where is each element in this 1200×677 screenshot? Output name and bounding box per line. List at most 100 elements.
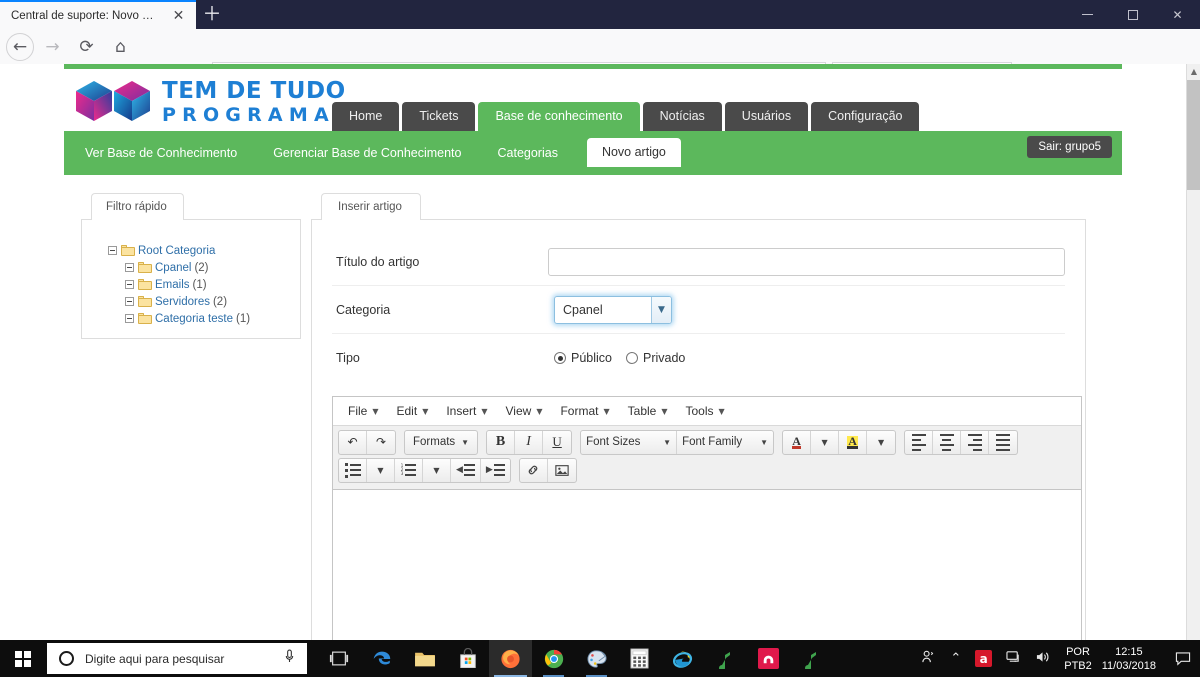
clock[interactable]: 12:15 11/03/2018 [1098, 645, 1166, 673]
tree-item-emails[interactable]: Emails (1) [108, 276, 300, 293]
page-scrollbar[interactable]: ▲ [1186, 64, 1200, 640]
scrollbar-thumb[interactable] [1187, 80, 1200, 190]
nav-tab-home[interactable]: Home [332, 102, 400, 131]
italic-button[interactable]: I [515, 430, 544, 454]
google-chrome-icon[interactable] [532, 640, 575, 677]
bullet-list-chevron-down-icon[interactable]: ▼ [367, 458, 395, 482]
volume-icon[interactable] [1028, 650, 1058, 668]
scroll-up-chevron-up-icon[interactable]: ▲ [1187, 64, 1200, 80]
category-select-wrapper[interactable]: Cpanel ▼ [554, 295, 672, 324]
background-color-button[interactable]: A [839, 430, 868, 454]
menu-format[interactable]: Format ▼ [551, 400, 618, 423]
radio-icon-selected[interactable] [554, 352, 566, 364]
tree-item-cpanel[interactable]: Cpanel (2) [108, 259, 300, 276]
back-arrow-icon[interactable]: ← [6, 32, 34, 61]
image-icon[interactable] [548, 459, 576, 482]
menu-insert[interactable]: Insert ▼ [437, 400, 496, 423]
calculator-icon[interactable] [618, 640, 661, 677]
tab-close-icon[interactable]: ✕ [171, 9, 186, 24]
internet-explorer-icon[interactable] [661, 640, 704, 677]
show-hidden-chevron-up-icon[interactable]: ⌃ [943, 651, 968, 666]
firefox-icon[interactable] [489, 640, 532, 677]
microsoft-store-icon[interactable] [446, 640, 489, 677]
align-left-icon[interactable] [905, 430, 934, 454]
article-title-input[interactable] [548, 247, 1065, 276]
nav-tab-configuracao[interactable]: Configuração [811, 102, 920, 131]
radio-publico[interactable]: Público [554, 351, 612, 365]
category-select[interactable]: Cpanel [554, 295, 672, 324]
task-view-icon[interactable] [317, 640, 360, 677]
menu-tools[interactable]: Tools ▼ [676, 400, 733, 423]
minimize-button[interactable] [1065, 0, 1110, 29]
text-color-button[interactable]: A [783, 430, 812, 454]
reload-icon[interactable]: ⟳ [71, 32, 102, 62]
tree-item-servidores[interactable]: Servidores (2) [108, 293, 300, 310]
taskbar-search-box[interactable]: Digite aqui para pesquisar [47, 643, 307, 674]
menu-file[interactable]: File ▼ [339, 400, 388, 423]
site-logo[interactable]: TEM DE TUDO PROGRAMAS [74, 79, 355, 125]
tree-label[interactable]: Categoria teste [155, 313, 233, 325]
font-sizes-dropdown[interactable]: Font Sizes ▼ [581, 430, 678, 454]
tree-item-root[interactable]: Root Categoria [108, 242, 300, 259]
expander-icon[interactable] [125, 263, 134, 272]
background-color-chevron-down-icon[interactable]: ▼ [867, 431, 895, 454]
nav-tab-noticias[interactable]: Notícias [642, 102, 722, 131]
expander-icon[interactable] [125, 314, 134, 323]
formats-dropdown[interactable]: Formats ▼ [405, 431, 477, 454]
file-explorer-icon[interactable] [403, 640, 446, 677]
expander-icon[interactable] [125, 280, 134, 289]
underline-button[interactable]: U [543, 431, 571, 454]
subnav-ver-base[interactable]: Ver Base de Conhecimento [70, 139, 252, 167]
close-window-button[interactable]: ✕ [1155, 0, 1200, 29]
numbered-list-chevron-down-icon[interactable]: ▼ [423, 458, 451, 482]
antivirus-icon[interactable]: a [968, 650, 999, 667]
nav-tab-tickets[interactable]: Tickets [402, 102, 476, 131]
indent-icon[interactable]: ▶ [481, 459, 510, 482]
radio-icon[interactable] [626, 352, 638, 364]
menu-edit[interactable]: Edit ▼ [388, 400, 438, 423]
subnav-novo-artigo[interactable]: Novo artigo [586, 138, 681, 167]
tree-label[interactable]: Emails [155, 279, 190, 291]
expander-icon[interactable] [125, 297, 134, 306]
microsoft-edge-icon[interactable] [360, 640, 403, 677]
tree-label[interactable]: Cpanel [155, 262, 191, 274]
subnav-gerenciar-base[interactable]: Gerenciar Base de Conhecimento [258, 139, 476, 167]
tree-label[interactable]: Root Categoria [138, 245, 215, 257]
restore-button[interactable] [1110, 0, 1155, 29]
menu-view[interactable]: View ▼ [497, 400, 552, 423]
outdent-icon[interactable]: ◀ [451, 458, 481, 482]
network-icon[interactable] [999, 650, 1028, 668]
utorrent-2-icon[interactable] [790, 640, 833, 677]
bullet-list-icon[interactable] [339, 458, 367, 482]
subnav-categorias[interactable]: Categorias [483, 139, 573, 167]
people-icon[interactable] [914, 649, 943, 668]
media-app-icon[interactable] [747, 640, 790, 677]
redo-icon[interactable]: ↷ [367, 431, 395, 454]
menu-table[interactable]: Table ▼ [619, 400, 677, 423]
radio-privado[interactable]: Privado [626, 351, 685, 365]
align-center-icon[interactable] [933, 430, 962, 454]
editor-content-area[interactable] [333, 490, 1081, 640]
align-right-icon[interactable] [961, 430, 990, 454]
bold-button[interactable]: B [487, 430, 516, 454]
forward-arrow-icon[interactable]: → [37, 32, 68, 62]
microphone-icon[interactable] [284, 649, 295, 668]
logout-button[interactable]: Sair: grupo5 [1027, 136, 1112, 158]
numbered-list-icon[interactable]: 123 [395, 458, 423, 482]
tab-filtro-rapido[interactable]: Filtro rápido [91, 193, 184, 220]
taskbar-search-input[interactable]: Digite aqui para pesquisar [85, 652, 284, 666]
tree-label[interactable]: Servidores [155, 296, 210, 308]
undo-icon[interactable]: ↶ [339, 430, 367, 454]
browser-tab[interactable]: Central de suporte: Novo artigo ✕ [0, 0, 196, 29]
align-justify-icon[interactable] [989, 431, 1017, 454]
home-icon[interactable]: ⌂ [105, 32, 136, 62]
utorrent-icon[interactable] [704, 640, 747, 677]
text-color-chevron-down-icon[interactable]: ▼ [811, 430, 840, 454]
paint-icon[interactable] [575, 640, 618, 677]
tree-item-categoria-teste[interactable]: Categoria teste (1) [108, 310, 300, 327]
new-tab-button[interactable]: ＋ [200, 3, 224, 27]
notification-icon[interactable] [1166, 640, 1200, 677]
nav-tab-base-de-conhecimento[interactable]: Base de conhecimento [478, 102, 640, 131]
language-indicator[interactable]: POR PTB2 [1058, 645, 1098, 673]
nav-tab-usuarios[interactable]: Usuários [724, 102, 809, 131]
